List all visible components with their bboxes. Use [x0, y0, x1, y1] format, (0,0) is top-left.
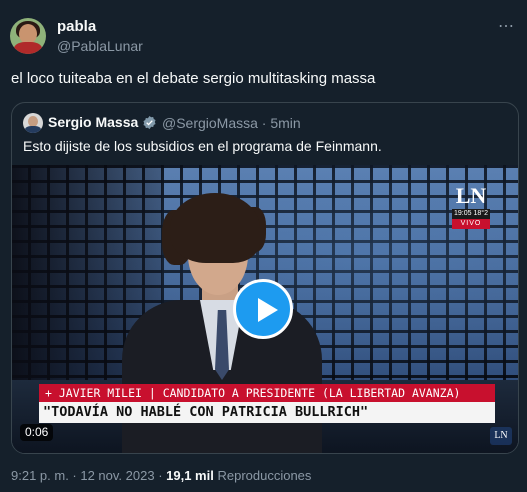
verified-badge-icon	[143, 115, 156, 130]
quoted-author-avatar[interactable]	[23, 113, 43, 133]
meta-separator: ·	[154, 468, 167, 483]
tweet-text: el loco tuiteaba en el debate sergio mul…	[11, 70, 376, 87]
tweet: pabla @PablaLunar ⋯ el loco tuiteaba en …	[0, 0, 527, 492]
avatar-face	[19, 24, 37, 44]
channel-logo: LN 19:05 18°2 VIVO	[452, 183, 490, 237]
quoted-tweet[interactable]: Sergio Massa @SergioMassa · 5min Esto di…	[11, 102, 519, 454]
video-duration-badge: 0:06	[20, 424, 54, 441]
live-badge: VIVO	[452, 219, 490, 229]
channel-logo-text: LN	[455, 183, 487, 208]
chyron-main: "TODAVÍA NO HABLÉ CON PATRICIA BULLRICH"	[39, 402, 495, 423]
video-player[interactable]: LN 19:05 18°2 VIVO + JAVIER MILEI | CAND…	[12, 165, 518, 453]
views-count: 19,1 mil	[166, 468, 214, 483]
channel-watermark: LN	[490, 427, 512, 445]
quoted-author-name[interactable]: Sergio Massa	[48, 114, 138, 130]
channel-clock: 19:05 18°2	[452, 209, 490, 219]
quoted-tweet-text: Esto dijiste de los subsidios en el prog…	[23, 138, 382, 154]
play-button[interactable]	[233, 279, 293, 339]
quoted-avatar-body	[25, 126, 41, 133]
person-hair-top	[170, 193, 260, 263]
quoted-author-handle-time[interactable]: @SergioMassa · 5min	[162, 115, 301, 131]
chyron-top: + JAVIER MILEI | CANDIDATO A PRESIDENTE …	[39, 384, 495, 402]
avatar-body	[14, 42, 42, 54]
tweet-timestamp[interactable]: 9:21 p. m. · 12 nov. 2023	[11, 468, 155, 483]
author-handle[interactable]: @PablaLunar	[57, 38, 143, 54]
tweet-metadata: 9:21 p. m. · 12 nov. 2023 · 19,1 mil Rep…	[11, 468, 311, 483]
author-avatar[interactable]	[10, 18, 46, 54]
views-label: Reproducciones	[217, 468, 312, 483]
more-options-icon[interactable]: ⋯	[498, 16, 515, 36]
author-name[interactable]: pabla	[57, 18, 96, 35]
